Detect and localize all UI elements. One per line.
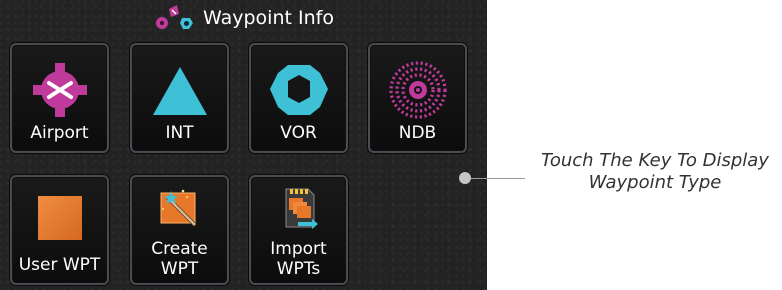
- import-wpts-button[interactable]: Import WPTs: [249, 175, 348, 285]
- vor-label: VOR: [280, 123, 317, 143]
- create-waypoint-icon: [160, 189, 196, 227]
- airport-label: Airport: [30, 123, 89, 143]
- int-button[interactable]: INT: [130, 43, 229, 153]
- ndb-label: NDB: [398, 123, 437, 143]
- callout-line: [465, 178, 525, 179]
- callout-text: Touch The Key To Display Waypoint Type: [528, 150, 782, 194]
- import-wpts-label: Import WPTs: [270, 239, 327, 279]
- user-waypoint-icon: [37, 196, 82, 240]
- int-label: INT: [165, 123, 194, 143]
- airport-button[interactable]: Airport: [10, 43, 109, 153]
- vor-button[interactable]: VOR: [249, 43, 348, 153]
- create-wpt-label: Create WPT: [151, 239, 208, 279]
- vor-icon: [269, 65, 328, 115]
- waypoint-icon: [156, 5, 194, 29]
- callout-dot: [459, 172, 471, 184]
- airport-icon: [32, 63, 87, 117]
- create-wpt-button[interactable]: Create WPT: [130, 175, 229, 285]
- intersection-icon: [152, 67, 207, 115]
- display-screen: Waypoint Info Airport INT VOR NDB User W…: [0, 0, 487, 290]
- import-waypoints-icon: [285, 188, 318, 229]
- title-bar: Waypoint Info: [0, 0, 487, 36]
- ndb-icon: [388, 61, 447, 119]
- page-title: Waypoint Info: [203, 7, 334, 29]
- ndb-button[interactable]: NDB: [368, 43, 467, 153]
- user-wpt-label: User WPT: [18, 255, 101, 275]
- user-wpt-button[interactable]: User WPT: [10, 175, 109, 285]
- callout-line-2: Waypoint Type: [588, 172, 722, 193]
- callout-line-1: Touch The Key To Display: [541, 150, 769, 171]
